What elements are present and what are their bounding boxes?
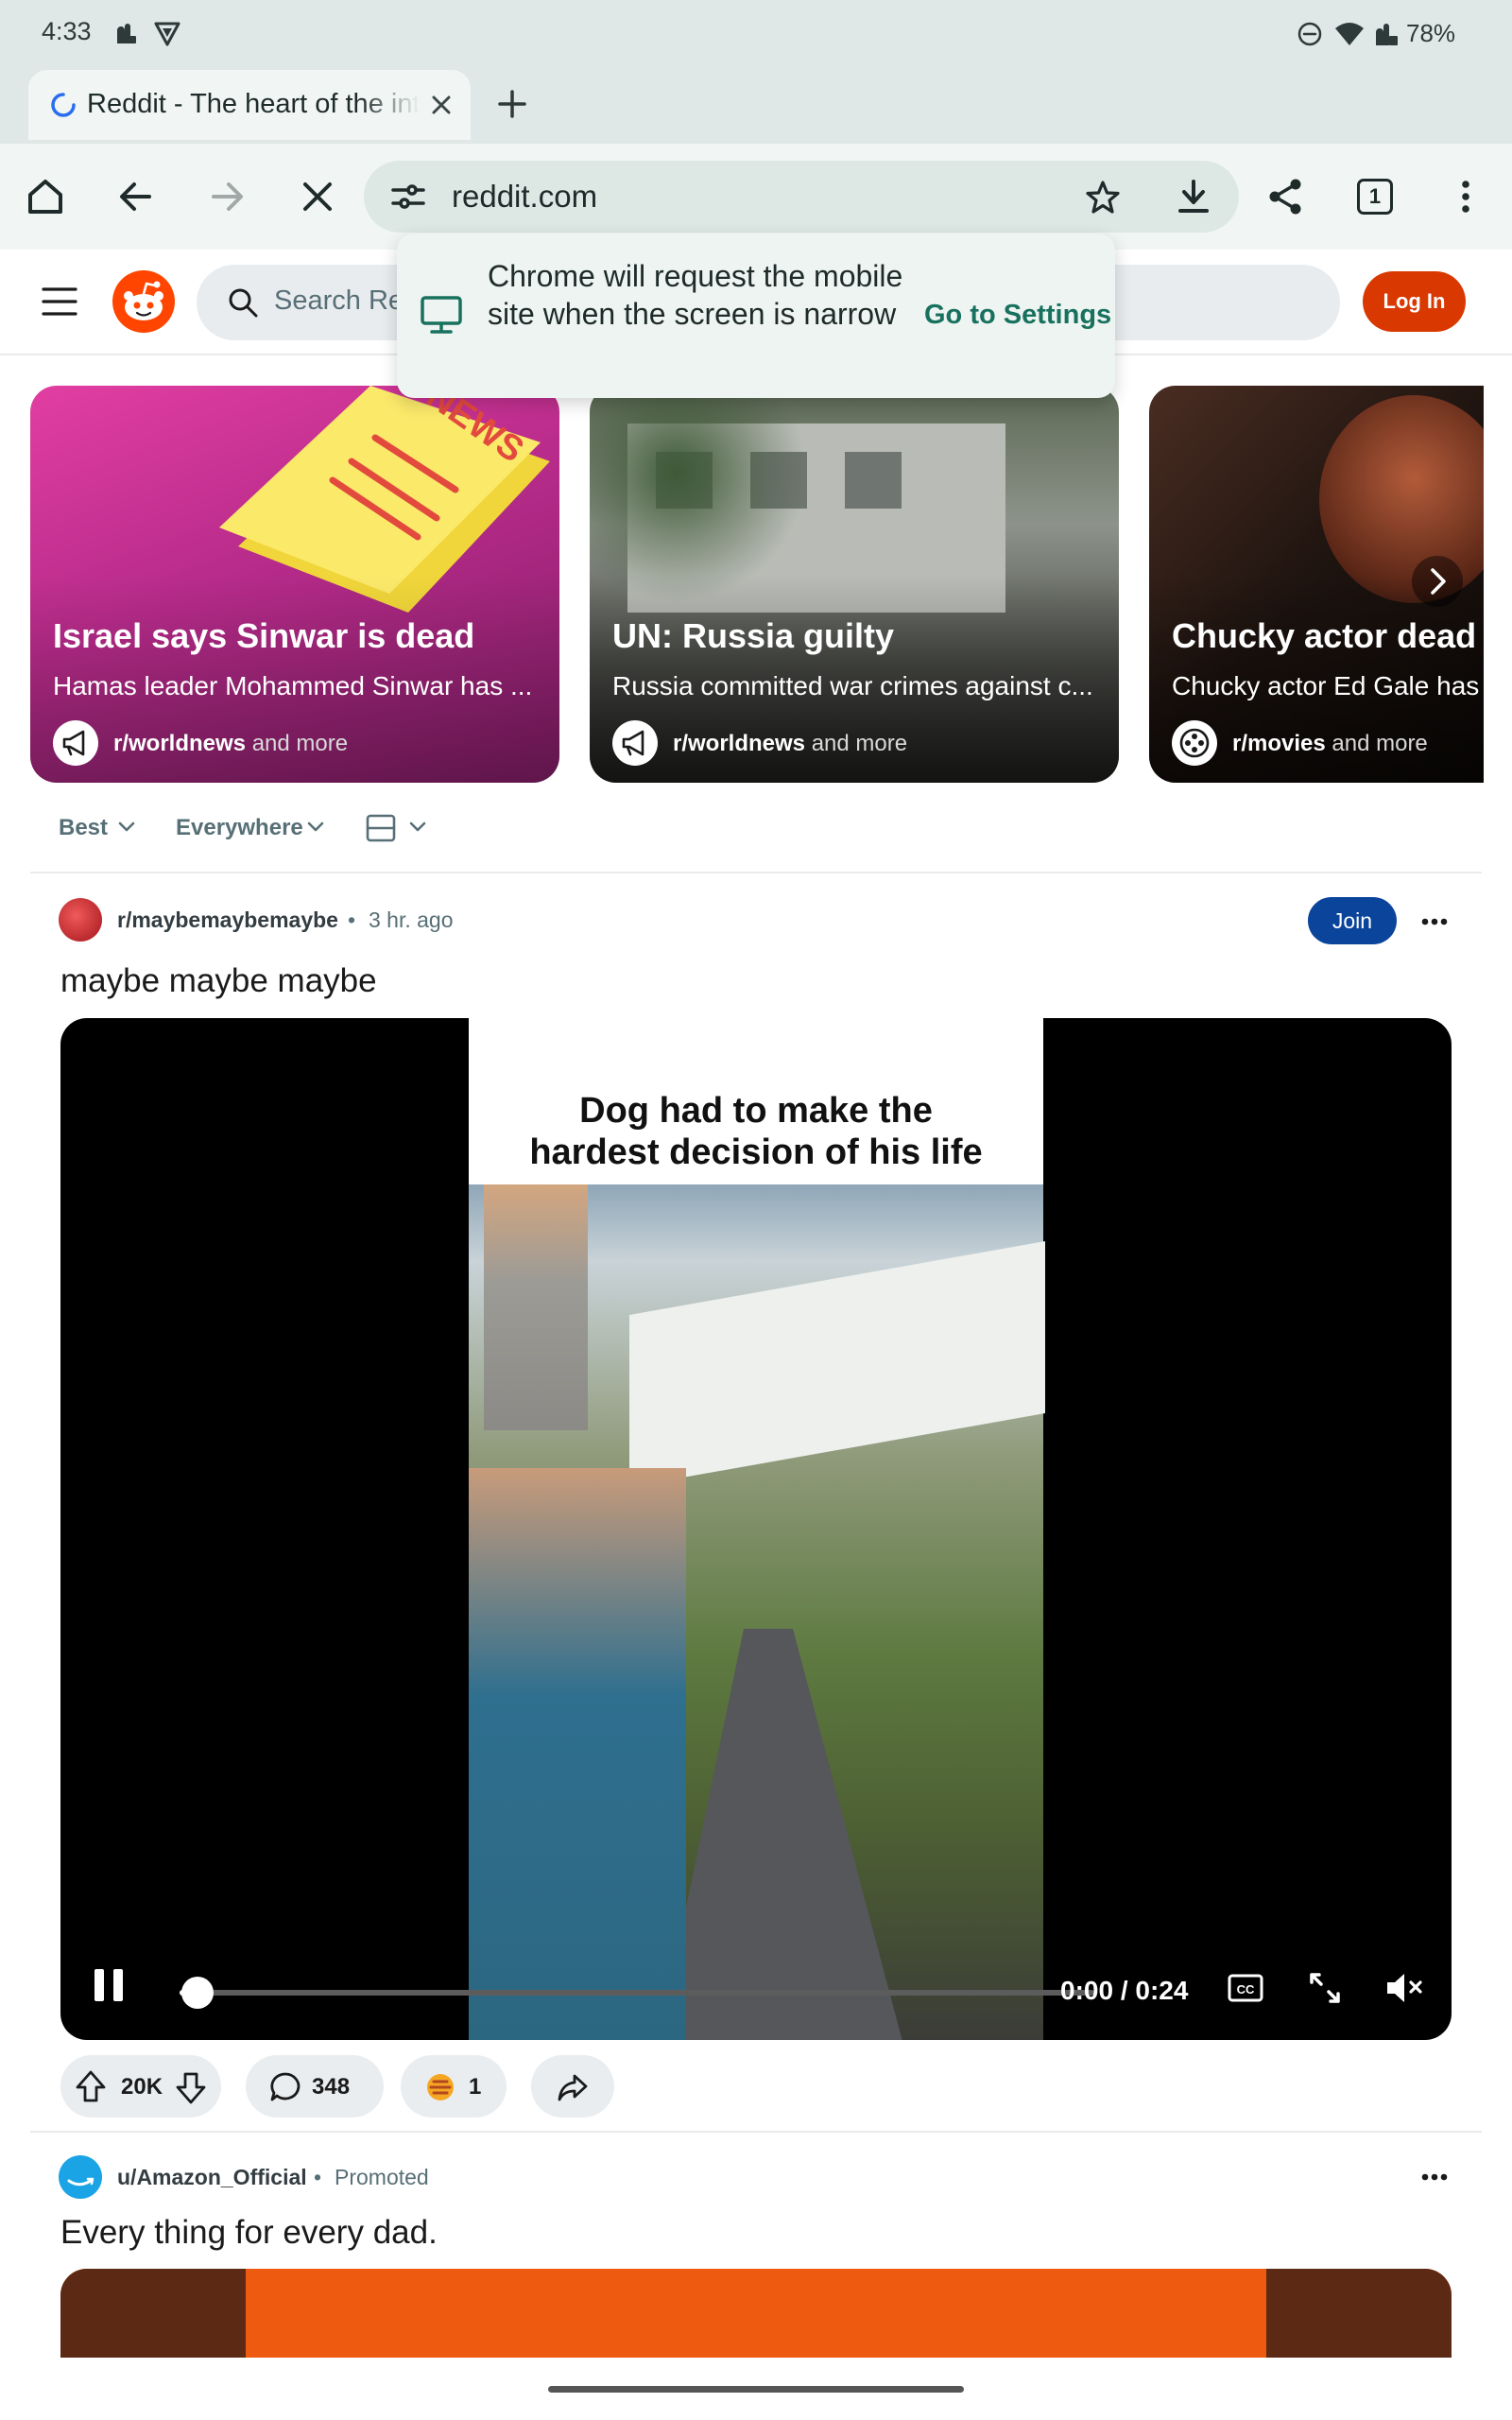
trending-card[interactable]: NEWS Israel says Sinwar is dead Hamas le…	[30, 386, 559, 783]
chevron-down-icon	[409, 821, 426, 832]
site-settings-icon[interactable]	[389, 180, 427, 214]
sort-dropdown[interactable]: Best	[59, 815, 108, 841]
card-subtitle: Hamas leader Mohammed Sinwar has ...	[53, 671, 533, 700]
url-text[interactable]: reddit.com	[452, 179, 597, 215]
pause-icon[interactable]	[93, 1967, 125, 2003]
bookmark-star-icon[interactable]	[1083, 178, 1123, 217]
card-subreddit: r/movies and more	[1232, 731, 1428, 756]
svg-text:CC: CC	[1237, 1982, 1255, 1996]
share-icon[interactable]	[1264, 176, 1306, 217]
person-background	[484, 1184, 588, 1430]
card-subreddit: r/worldnews and more	[113, 731, 349, 756]
path	[658, 1629, 903, 2040]
notification-icon	[117, 24, 136, 43]
vpn-icon	[154, 22, 180, 46]
reddit-logo-icon[interactable]	[112, 269, 176, 334]
vote-count: 20K	[121, 2074, 163, 2100]
amazon-smile-icon	[67, 2177, 94, 2187]
card-title: UN: Russia guilty	[612, 616, 895, 655]
card-subtitle: Russia committed war crimes against c...	[612, 671, 1093, 700]
video-frame: Dog had to make the hardest decision of …	[469, 1018, 1045, 2040]
award-icon	[427, 2074, 454, 2100]
dnd-icon	[1297, 22, 1322, 46]
post-title[interactable]: maybe maybe maybe	[60, 962, 377, 1000]
home-icon[interactable]	[25, 176, 66, 217]
video-caption: Dog had to make the hardest decision of …	[529, 1091, 983, 1172]
card-subtitle: Chucky actor Ed Gale has d	[1172, 671, 1484, 700]
video-progress-track[interactable]	[180, 1990, 1094, 1996]
subreddit-avatar[interactable]	[59, 898, 102, 942]
fullscreen-icon[interactable]	[1306, 1969, 1344, 2007]
chevron-right-icon	[1431, 568, 1446, 595]
meta-dot: •	[348, 908, 356, 932]
stop-loading-icon[interactable]	[297, 176, 338, 217]
hamburger-menu-icon[interactable]	[42, 285, 77, 318]
comment-icon	[270, 2072, 301, 2101]
captions-icon[interactable]: CC	[1227, 1971, 1264, 2005]
comment-count: 348	[312, 2074, 351, 2100]
monitor-icon	[421, 296, 462, 334]
gesture-handle[interactable]	[548, 2386, 964, 2393]
download-icon[interactable]	[1174, 176, 1213, 217]
close-tab-icon[interactable]	[427, 91, 455, 119]
battery-percent: 78%	[1406, 19, 1456, 47]
forward-icon[interactable]	[206, 176, 248, 217]
video-player[interactable]: Dog had to make the hardest decision of …	[60, 1018, 1452, 2040]
video-time: 0:00 / 0:24	[1060, 1976, 1189, 2005]
subreddit-avatar	[612, 720, 658, 766]
meta-dot: •	[314, 2165, 322, 2189]
tab-title: Reddit - The heart of the internet	[87, 89, 420, 119]
subreddit-avatar	[53, 720, 98, 766]
battery-saver-icon	[1376, 24, 1398, 45]
muted-volume-icon[interactable]	[1383, 1969, 1425, 2007]
promoted-options-icon[interactable]	[1418, 2163, 1452, 2191]
post-time: 3 hr. ago	[369, 908, 454, 932]
card-title: Israel says Sinwar is dead	[53, 616, 475, 655]
location-label: Everywhere	[176, 815, 303, 840]
new-tab-icon[interactable]	[495, 87, 529, 121]
carousel-next-button[interactable]	[1412, 556, 1463, 607]
sort-label: Best	[59, 815, 109, 840]
view-layout-icon[interactable]	[365, 813, 397, 843]
location-dropdown[interactable]: Everywhere	[176, 815, 303, 841]
tab-switcher-button[interactable]: 1	[1357, 179, 1393, 215]
video-image	[469, 1184, 1045, 2040]
downvote-icon[interactable]	[174, 2070, 208, 2106]
status-time: 4:33	[42, 17, 92, 45]
chevron-down-icon	[307, 821, 324, 832]
divider	[30, 872, 1482, 873]
post-subreddit[interactable]: r/maybemaybemaybe	[117, 908, 338, 933]
login-button[interactable]: Log In	[1363, 271, 1466, 332]
status-bar	[0, 0, 1512, 66]
award-count: 1	[469, 2074, 482, 2100]
wifi-icon	[1335, 23, 1364, 45]
megaphone-icon	[62, 730, 85, 756]
amazon-avatar[interactable]	[59, 2155, 102, 2199]
share-arrow-icon	[558, 2074, 588, 2101]
post-options-icon[interactable]	[1418, 908, 1452, 936]
chevron-down-icon	[118, 821, 135, 832]
card-subreddit: r/worldnews and more	[673, 731, 908, 756]
fence	[629, 1241, 1045, 1487]
film-reel-icon	[1179, 728, 1210, 758]
card-title: Chucky actor dead a	[1172, 616, 1484, 655]
back-icon[interactable]	[115, 176, 157, 217]
person	[469, 1468, 686, 2040]
promoted-title[interactable]: Every thing for every dad.	[60, 2214, 438, 2252]
popup-message: Chrome will request the mobile site when…	[488, 259, 903, 331]
loading-spinner-icon	[51, 93, 76, 117]
more-menu-icon[interactable]	[1452, 176, 1480, 217]
promoted-user[interactable]: u/Amazon_Official	[117, 2165, 307, 2190]
video-scrubber[interactable]	[181, 1977, 215, 2009]
divider	[30, 2131, 1482, 2133]
search-icon	[229, 288, 258, 318]
megaphone-icon	[622, 730, 644, 756]
go-to-settings-link[interactable]: Go to Settings	[924, 300, 1111, 331]
promoted-label: Promoted	[335, 2165, 429, 2189]
join-button[interactable]: Join	[1308, 897, 1397, 944]
trending-card[interactable]: UN: Russia guilty Russia committed war c…	[590, 386, 1119, 783]
upvote-icon[interactable]	[74, 2068, 108, 2104]
subreddit-avatar	[1172, 720, 1217, 766]
